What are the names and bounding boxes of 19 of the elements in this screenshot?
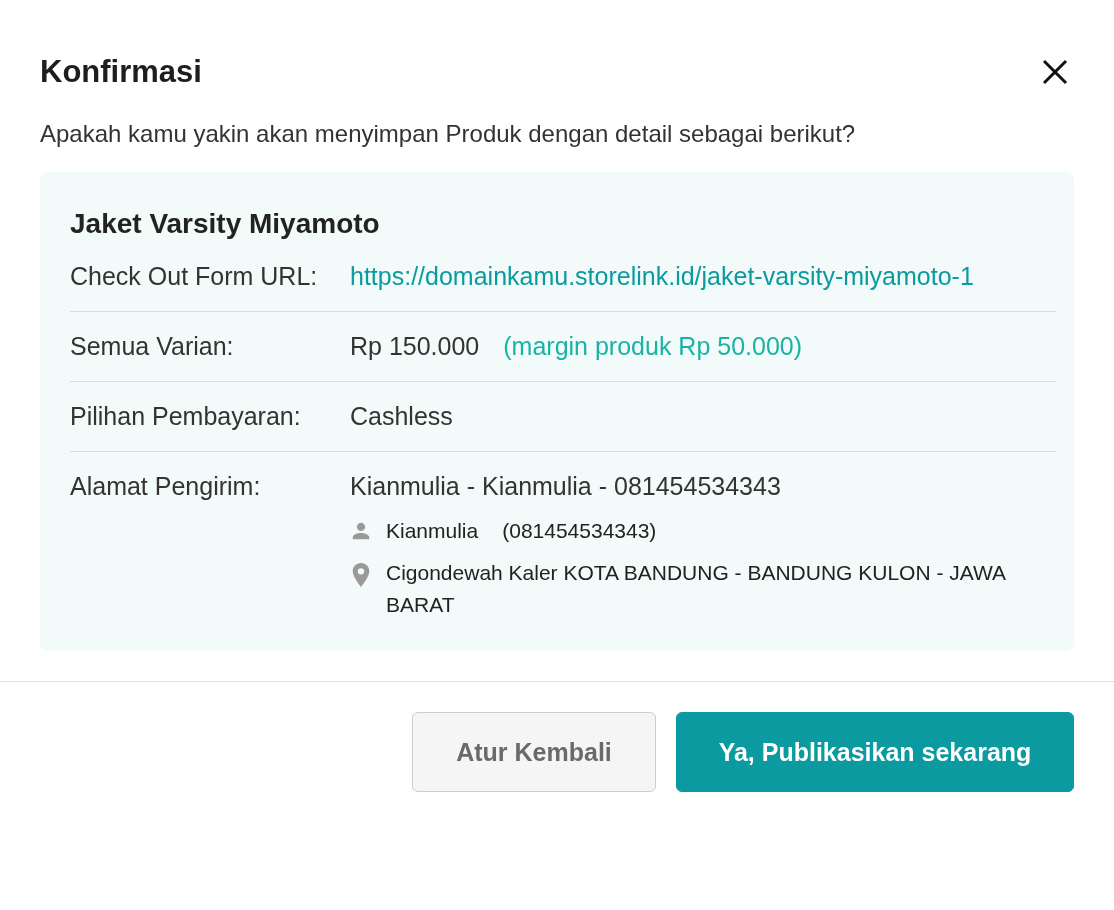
dialog-title: Konfirmasi: [40, 54, 202, 90]
product-name: Jaket Varsity Miyamoto: [70, 208, 381, 240]
recipient-name: Kianmulia: [386, 519, 479, 542]
url-link[interactable]: https://domainkamu.storelink.id/jaket-varsity-miyamoto-1: [350, 262, 974, 290]
address-text: Cigondewah Kaler KOTA BANDUNG - BANDUNG KULON - JAWA BARAT: [386, 560, 1006, 618]
margin-note: (margin produk Rp 50.000): [503, 332, 803, 360]
person-icon: [350, 520, 372, 542]
recipient-phone: (081454534343): [502, 519, 657, 542]
reset-button[interactable]: Atur Kembali: [412, 712, 656, 792]
confirmation-question: Apakah kamu yakin akan menyimpan Produk dengan detail sebagai berikut?: [40, 120, 857, 148]
field-label: Semua Varian:: [70, 332, 235, 361]
field-label: Pilihan Pembayaran:: [70, 402, 302, 431]
field-value: Cashless: [350, 402, 453, 430]
location-pin-icon: [350, 562, 372, 588]
price-value: Rp 150.000: [350, 332, 480, 360]
publish-button[interactable]: Ya, Publikasikan sekarang: [676, 712, 1074, 792]
field-label: Alamat Pengirim:: [70, 472, 262, 502]
address-summary: Kianmulia - Kianmulia - 081454534343: [350, 472, 781, 500]
field-label: Check Out Form URL:: [70, 262, 319, 291]
